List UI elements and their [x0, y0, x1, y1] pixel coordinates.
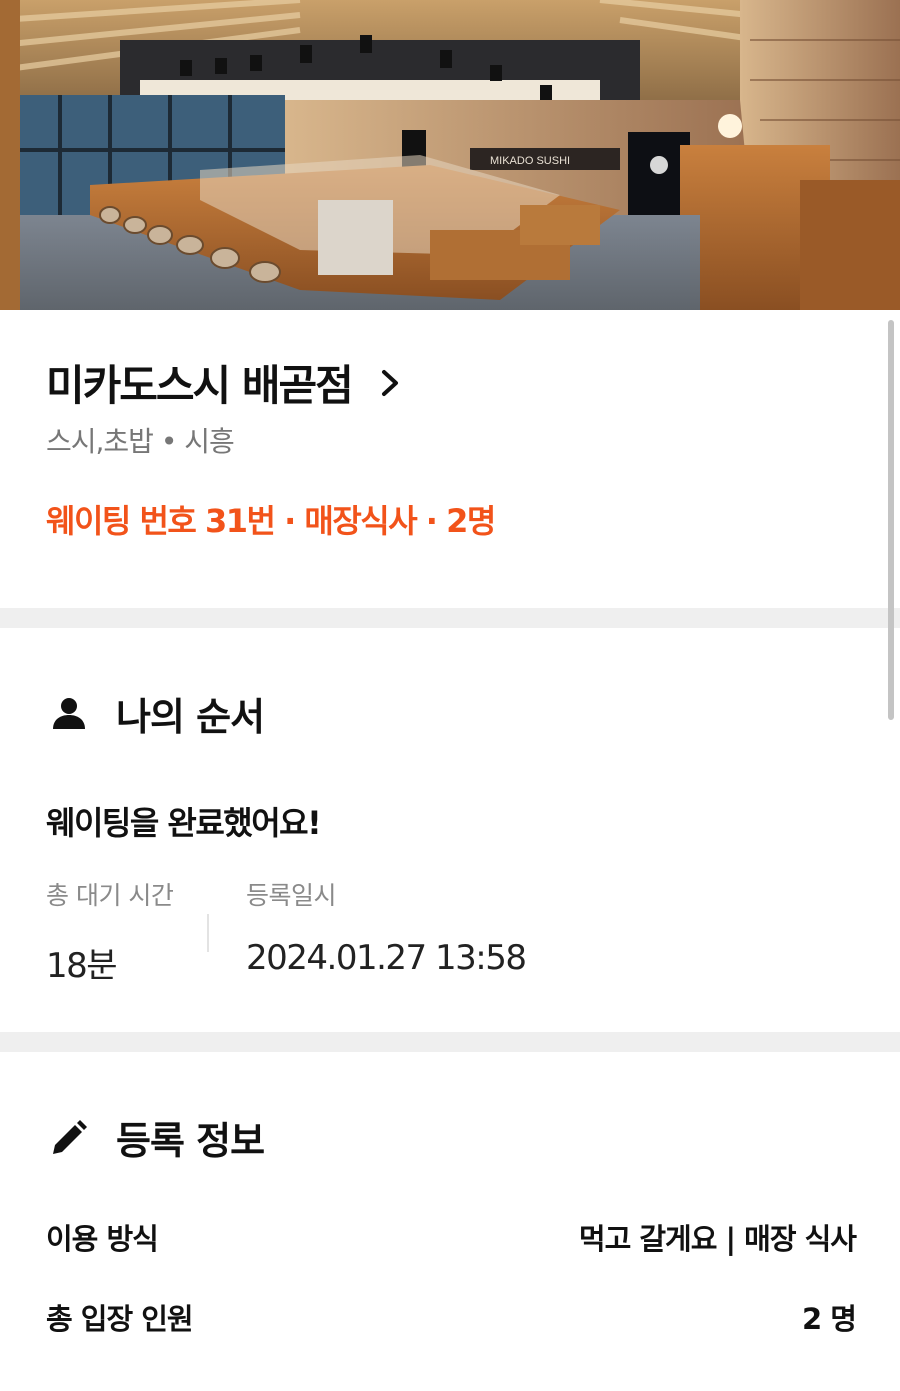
registration-header: 등록 정보	[50, 1110, 265, 1165]
total-wait-time-label: 총 대기 시간	[46, 881, 174, 910]
total-wait-time: 총 대기 시간 18분	[46, 876, 174, 987]
usage-type-value: 먹고 갈게요 | 매장 식사	[578, 1222, 857, 1256]
section-divider	[0, 608, 900, 628]
store-name-link[interactable]: 미카도스시 배곧점	[46, 352, 402, 413]
registered-datetime: 등록일시 2024.01.27 13:58	[246, 876, 527, 978]
waiting-complete-message: 웨이팅을 완료했어요!	[46, 804, 322, 842]
my-turn-section: 나의 순서 웨이팅을 완료했어요! 총 대기 시간 18분 등록일시 2024.…	[0, 628, 900, 1032]
section-divider	[0, 1032, 900, 1052]
my-turn-header: 나의 순서	[50, 686, 265, 741]
party-size-label: 총 입장 인원	[46, 1302, 194, 1336]
registered-datetime-value: 2024.01.27 13:58	[246, 938, 527, 978]
stat-separator	[207, 914, 209, 952]
total-wait-time-value: 18분	[46, 946, 118, 986]
store-hero-image: MIKADO SUSHI	[0, 0, 900, 310]
person-icon	[53, 697, 85, 729]
scrollbar[interactable]	[888, 320, 894, 720]
usage-type-row: 이용 방식 먹고 갈게요 | 매장 식사	[46, 1216, 857, 1258]
my-turn-title: 나의 순서	[116, 695, 265, 739]
registration-title: 등록 정보	[116, 1119, 265, 1163]
usage-type-label: 이용 방식	[46, 1222, 159, 1256]
pencil-icon	[53, 1119, 87, 1154]
store-name: 미카도스시 배곧점	[46, 361, 354, 410]
chevron-right-icon	[381, 369, 398, 396]
waiting-status: 웨이팅 번호 31번 · 매장식사 · 2명	[46, 502, 496, 540]
store-info-section: 미카도스시 배곧점 스시,초밥 • 시흥 웨이팅 번호 31번 · 매장식사 ·…	[0, 310, 900, 608]
store-sign-text: MIKADO SUSHI	[490, 155, 570, 167]
party-size-row: 총 입장 인원 2 명	[46, 1296, 857, 1338]
party-size-value: 2 명	[802, 1302, 857, 1336]
store-category: 스시,초밥 • 시흥	[46, 425, 235, 458]
registration-info-section: 등록 정보 이용 방식 먹고 갈게요 | 매장 식사 총 입장 인원 2 명	[0, 1052, 900, 1391]
registered-datetime-label: 등록일시	[246, 881, 337, 910]
